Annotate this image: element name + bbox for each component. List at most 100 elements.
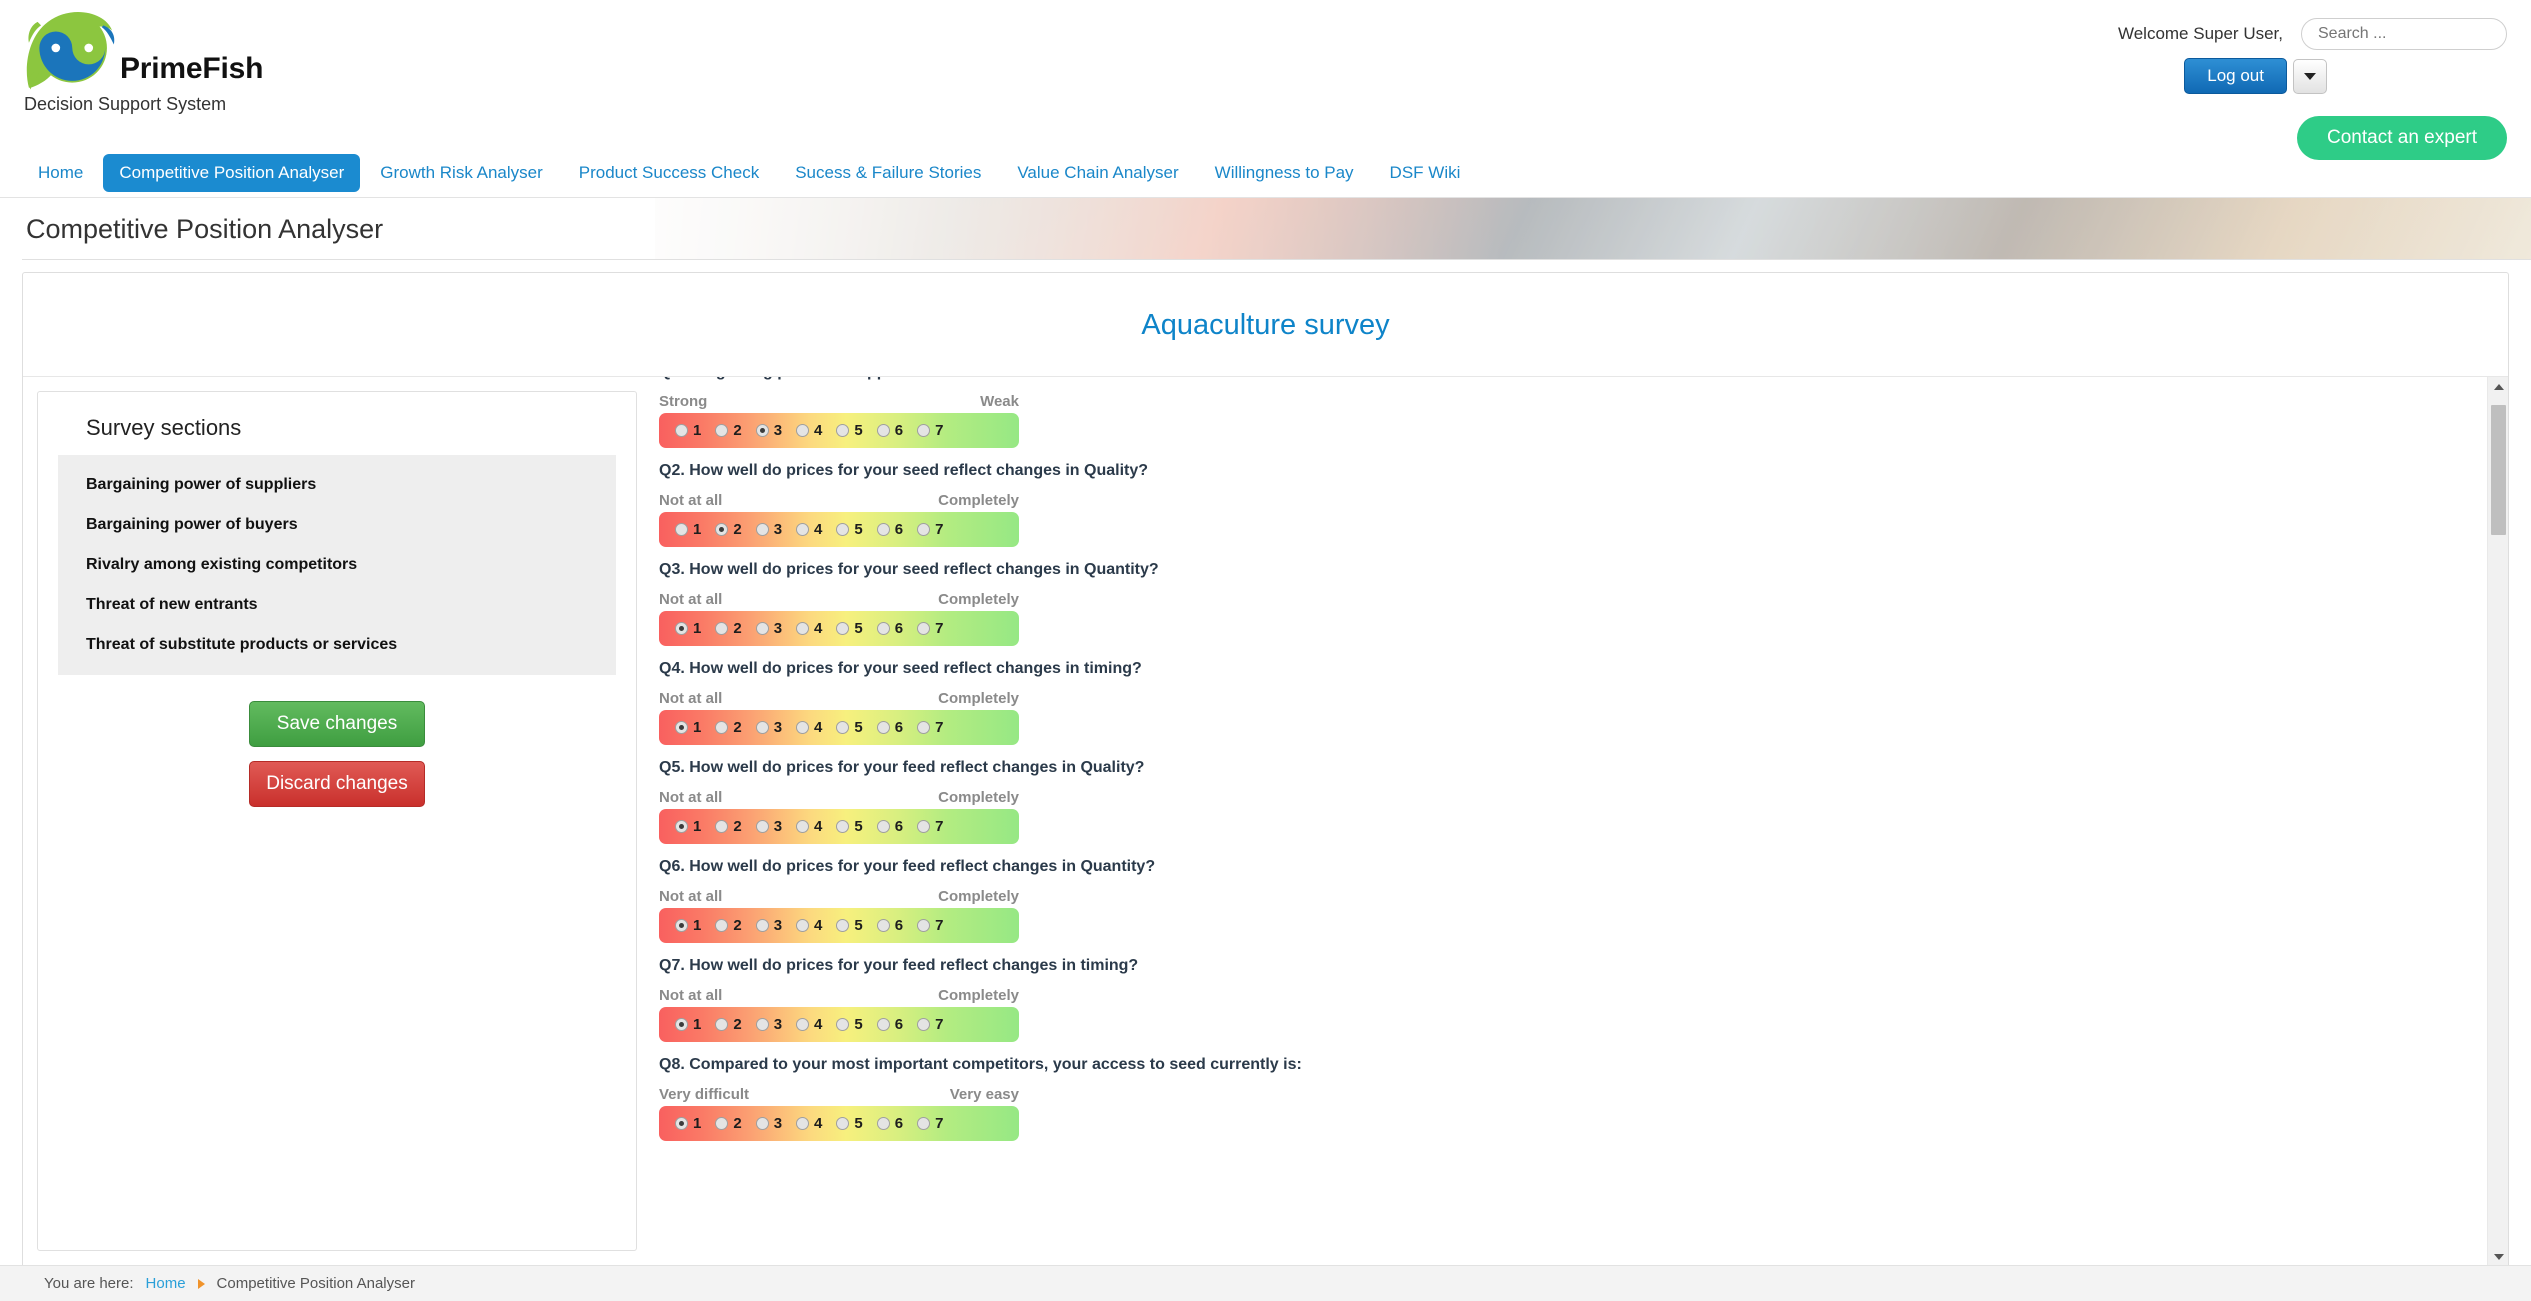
scale-option-2[interactable]: 2 xyxy=(715,719,742,736)
radio-button-1[interactable] xyxy=(675,1117,688,1130)
questions-scroll-region[interactable]: Q1. Bargaining power of suppliers is: Str… xyxy=(659,377,2508,1267)
scale-option-6[interactable]: 6 xyxy=(876,1016,903,1033)
radio-button-1[interactable] xyxy=(675,721,688,734)
scale-option-6[interactable]: 6 xyxy=(876,521,903,538)
scale-option-4[interactable]: 4 xyxy=(796,1016,822,1033)
scale-option-2[interactable]: 2 xyxy=(715,917,742,934)
scale-option-7[interactable]: 7 xyxy=(917,719,943,736)
user-menu-dropdown-button[interactable] xyxy=(2293,58,2327,94)
scale-option-6[interactable]: 6 xyxy=(876,917,903,934)
scale-option-7[interactable]: 7 xyxy=(917,818,943,835)
radio-button-6[interactable] xyxy=(876,820,890,833)
radio-button-6[interactable] xyxy=(876,622,890,635)
nav-item-value-chain-analyser[interactable]: Value Chain Analyser xyxy=(1001,154,1194,192)
radio-button-4[interactable] xyxy=(796,721,810,734)
radio-button-5[interactable] xyxy=(836,919,850,932)
nav-item-dsf-wiki[interactable]: DSF Wiki xyxy=(1374,154,1477,192)
nav-item-product-success-check[interactable]: Product Success Check xyxy=(563,154,775,192)
scale-option-3[interactable]: 3 xyxy=(755,818,782,835)
radio-button-7[interactable] xyxy=(917,919,931,932)
radio-button-5[interactable] xyxy=(836,424,850,437)
radio-button-3[interactable] xyxy=(755,820,769,833)
scale-option-1[interactable]: 1 xyxy=(675,719,701,736)
radio-button-5[interactable] xyxy=(836,1018,850,1031)
search-input[interactable] xyxy=(2301,18,2507,50)
scale-option-5[interactable]: 5 xyxy=(836,1115,863,1132)
radio-button-7[interactable] xyxy=(917,622,931,635)
scale-option-6[interactable]: 6 xyxy=(876,818,903,835)
contact-an-expert-button[interactable]: Contact an expert xyxy=(2297,116,2507,160)
sidebar-item-bargaining-power-of-suppliers[interactable]: Bargaining power of suppliers xyxy=(58,465,616,505)
radio-button-4[interactable] xyxy=(796,622,810,635)
scale-option-6[interactable]: 6 xyxy=(876,620,903,637)
nav-item-competitive-position-analyser[interactable]: Competitive Position Analyser xyxy=(103,153,361,192)
scale-option-5[interactable]: 5 xyxy=(836,719,863,736)
radio-button-2[interactable] xyxy=(715,919,729,932)
radio-button-3[interactable] xyxy=(755,919,769,932)
radio-button-2[interactable] xyxy=(715,622,729,635)
scale-option-1[interactable]: 1 xyxy=(675,818,701,835)
radio-button-5[interactable] xyxy=(836,523,850,536)
nav-item-sucess-failure-stories[interactable]: Sucess & Failure Stories xyxy=(779,154,997,192)
scale-option-5[interactable]: 5 xyxy=(836,1016,863,1033)
radio-button-7[interactable] xyxy=(917,1018,931,1031)
radio-button-7[interactable] xyxy=(917,424,931,437)
radio-button-5[interactable] xyxy=(836,622,850,635)
scale-option-1[interactable]: 1 xyxy=(675,422,701,439)
radio-button-2[interactable] xyxy=(715,1117,729,1130)
scale-option-3[interactable]: 3 xyxy=(755,1016,782,1033)
radio-button-5[interactable] xyxy=(836,721,850,734)
radio-button-4[interactable] xyxy=(796,919,810,932)
radio-button-2[interactable] xyxy=(715,820,729,833)
scrollbar-thumb[interactable] xyxy=(2491,405,2506,535)
scale-option-1[interactable]: 1 xyxy=(675,521,701,538)
scale-option-3[interactable]: 3 xyxy=(755,1115,782,1132)
radio-button-1[interactable] xyxy=(675,622,688,635)
radio-button-7[interactable] xyxy=(917,820,931,833)
scale-option-1[interactable]: 1 xyxy=(675,620,701,637)
radio-button-3[interactable] xyxy=(755,523,769,536)
scale-option-3[interactable]: 3 xyxy=(755,917,782,934)
scale-option-7[interactable]: 7 xyxy=(917,917,943,934)
nav-item-home[interactable]: Home xyxy=(22,154,99,192)
radio-button-6[interactable] xyxy=(876,919,890,932)
questions-scrollbar[interactable] xyxy=(2487,377,2508,1267)
scale-option-2[interactable]: 2 xyxy=(715,1115,742,1132)
scale-option-7[interactable]: 7 xyxy=(917,422,943,439)
radio-button-6[interactable] xyxy=(876,721,890,734)
radio-button-3[interactable] xyxy=(755,424,769,437)
breadcrumb-link-home[interactable]: Home xyxy=(146,1275,186,1292)
sidebar-item-bargaining-power-of-buyers[interactable]: Bargaining power of buyers xyxy=(58,505,616,545)
radio-button-1[interactable] xyxy=(675,523,688,536)
radio-button-6[interactable] xyxy=(876,424,890,437)
radio-button-4[interactable] xyxy=(796,820,810,833)
radio-button-3[interactable] xyxy=(755,622,769,635)
scale-option-7[interactable]: 7 xyxy=(917,521,943,538)
scale-option-2[interactable]: 2 xyxy=(715,422,742,439)
radio-button-5[interactable] xyxy=(836,820,850,833)
radio-button-3[interactable] xyxy=(755,1117,769,1130)
scale-option-4[interactable]: 4 xyxy=(796,917,822,934)
radio-button-7[interactable] xyxy=(917,523,931,536)
sidebar-item-threat-of-new-entrants[interactable]: Threat of new entrants xyxy=(58,585,616,625)
radio-button-2[interactable] xyxy=(715,424,729,437)
scrollbar-down-button[interactable] xyxy=(2488,1247,2508,1267)
scale-option-1[interactable]: 1 xyxy=(675,917,701,934)
scale-option-5[interactable]: 5 xyxy=(836,917,863,934)
scale-option-2[interactable]: 2 xyxy=(715,1016,742,1033)
scale-option-1[interactable]: 1 xyxy=(675,1115,701,1132)
scale-option-5[interactable]: 5 xyxy=(836,620,863,637)
scale-option-2[interactable]: 2 xyxy=(715,521,742,538)
radio-button-2[interactable] xyxy=(715,721,729,734)
scale-option-2[interactable]: 2 xyxy=(715,620,742,637)
scale-option-4[interactable]: 4 xyxy=(796,521,822,538)
radio-button-1[interactable] xyxy=(675,424,688,437)
scale-option-5[interactable]: 5 xyxy=(836,818,863,835)
scale-option-3[interactable]: 3 xyxy=(755,521,782,538)
radio-button-4[interactable] xyxy=(796,523,810,536)
radio-button-1[interactable] xyxy=(675,820,688,833)
radio-button-6[interactable] xyxy=(876,523,890,536)
radio-button-4[interactable] xyxy=(796,1018,810,1031)
scale-option-6[interactable]: 6 xyxy=(876,422,903,439)
sidebar-item-threat-of-substitute-products-or-services[interactable]: Threat of substitute products or service… xyxy=(58,625,616,665)
